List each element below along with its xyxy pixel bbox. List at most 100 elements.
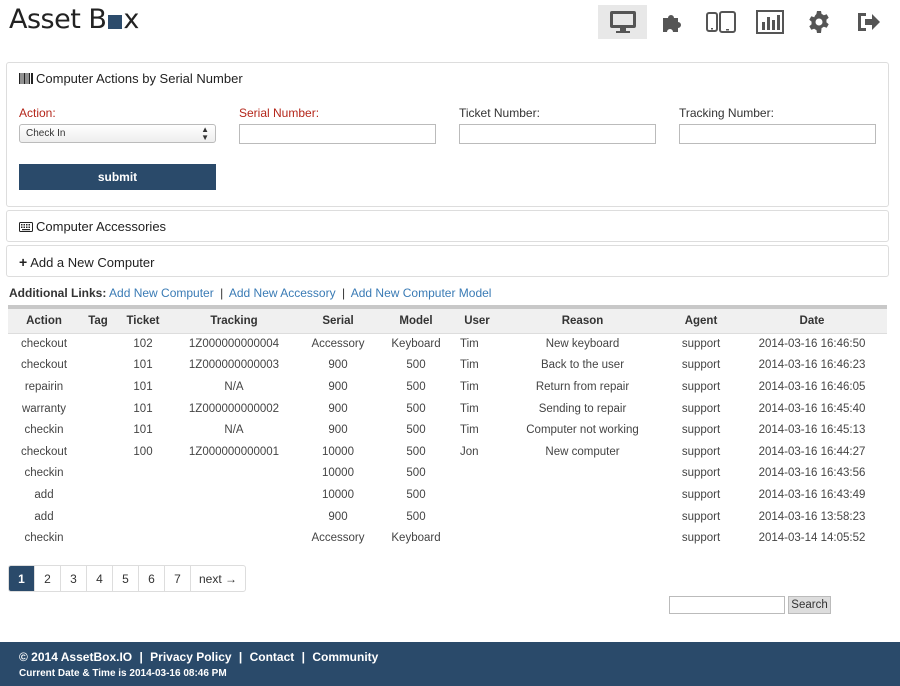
cell-ticket bbox=[116, 506, 170, 528]
cell-user bbox=[454, 506, 500, 528]
nav-settings-button[interactable] bbox=[794, 5, 843, 39]
add-computer-panel[interactable]: + Add a New Computer bbox=[6, 245, 889, 277]
search-button[interactable]: Search bbox=[788, 596, 831, 614]
cell-serial: Accessory bbox=[311, 532, 365, 545]
page-1-button[interactable]: 1 bbox=[9, 566, 35, 591]
link-separator: | bbox=[220, 286, 224, 300]
cell-user bbox=[454, 484, 500, 506]
table-row[interactable]: checkout 101 1Z000000000003 900 500 Tim Back t… bbox=[8, 355, 887, 377]
computer-accessories-panel[interactable]: Computer Accessories bbox=[6, 210, 889, 242]
table-row[interactable]: warranty 101 1Z000000000002 900 500 Tim Sendin… bbox=[8, 398, 887, 420]
tracking-number-input[interactable] bbox=[679, 124, 876, 144]
page-2-button[interactable]: 2 bbox=[35, 566, 61, 591]
cell-model: 500 bbox=[406, 467, 426, 480]
table-row[interactable]: checkin Accessory Keyboard support 2014-03-1… bbox=[8, 527, 887, 549]
computer-actions-title-text: Computer Actions by Serial Number bbox=[36, 71, 243, 86]
cell-tag bbox=[80, 398, 116, 420]
cell-agent: support bbox=[681, 380, 721, 393]
cell-tag bbox=[80, 355, 116, 377]
cell-action: add bbox=[34, 510, 54, 523]
page-3-button[interactable]: 3 bbox=[61, 566, 87, 591]
cell-tag bbox=[80, 463, 116, 485]
col-header-model[interactable]: Model bbox=[378, 309, 454, 334]
cell-date: 2014-03-16 16:44:27 bbox=[758, 445, 866, 458]
cell-tracking bbox=[170, 484, 298, 506]
add-new-accessory-link[interactable]: Add New Accessory bbox=[229, 286, 336, 300]
gear-icon bbox=[808, 11, 829, 33]
cell-tag bbox=[80, 419, 116, 441]
plus-icon: + bbox=[19, 254, 28, 270]
page-7-button[interactable]: 7 bbox=[165, 566, 191, 591]
next-page-button[interactable]: next → bbox=[191, 566, 245, 591]
serial-number-input[interactable] bbox=[239, 124, 436, 144]
col-header-tracking[interactable]: Tracking bbox=[170, 309, 298, 334]
table-body: checkout 102 1Z000000000004 Accessory Keyboa… bbox=[8, 333, 887, 549]
cell-user bbox=[454, 463, 500, 485]
cell-tracking: N/A bbox=[224, 424, 244, 437]
col-header-user[interactable]: User bbox=[454, 309, 500, 334]
cell-date: 2014-03-16 16:43:49 bbox=[758, 488, 866, 501]
nav-computers-button[interactable] bbox=[598, 5, 647, 39]
cell-user: Tim bbox=[460, 402, 479, 415]
cell-tag bbox=[80, 376, 116, 398]
footer-separator: | bbox=[238, 650, 243, 664]
cell-agent: support bbox=[681, 488, 721, 501]
cell-date: 2014-03-16 16:45:40 bbox=[758, 402, 866, 415]
cell-tracking: N/A bbox=[224, 380, 244, 393]
app-logo[interactable]: Asset B x bbox=[9, 4, 139, 35]
history-table-container: Action Tag Ticket Tracking Serial Model … bbox=[8, 305, 887, 549]
col-header-date[interactable]: Date bbox=[737, 309, 887, 334]
cell-ticket: 101 bbox=[133, 424, 153, 437]
cell-date: 2014-03-16 13:58:23 bbox=[758, 510, 866, 523]
col-header-agent[interactable]: Agent bbox=[665, 309, 737, 334]
cell-ticket bbox=[116, 463, 170, 485]
cell-ticket: 100 bbox=[133, 445, 153, 458]
col-header-action[interactable]: Action bbox=[8, 309, 80, 334]
submit-button[interactable]: submit bbox=[19, 164, 216, 190]
cell-action: warranty bbox=[21, 402, 67, 415]
table-row[interactable]: checkout 100 1Z000000000001 10000 500 Jon New … bbox=[8, 441, 887, 463]
table-row[interactable]: repairin 101 N/A 900 500 Tim Return from repai… bbox=[8, 376, 887, 398]
col-header-serial[interactable]: Serial bbox=[298, 309, 378, 334]
tracking-number-label: Tracking Number: bbox=[679, 106, 774, 120]
table-row[interactable]: checkin 10000 500 support 2014-03-16 16:43:5… bbox=[8, 463, 887, 485]
cell-tag bbox=[80, 527, 116, 549]
link-separator: | bbox=[341, 286, 346, 300]
table-row[interactable]: checkin 101 N/A 900 500 Tim Computer not worki… bbox=[8, 419, 887, 441]
cell-serial: 900 bbox=[328, 380, 348, 393]
add-new-computer-link[interactable]: Add New Computer bbox=[109, 286, 214, 300]
cell-agent: support bbox=[681, 402, 721, 415]
ticket-number-input[interactable] bbox=[459, 124, 656, 144]
table-row[interactable]: checkout 102 1Z000000000004 Accessory Keyboa… bbox=[8, 333, 887, 355]
cell-tracking: 1Z000000000004 bbox=[188, 338, 280, 351]
page-6-button[interactable]: 6 bbox=[139, 566, 165, 591]
search-input[interactable] bbox=[669, 596, 785, 614]
contact-link[interactable]: Contact bbox=[250, 650, 295, 664]
table-row[interactable]: add 900 500 support 2014-03-16 13:58:23 bbox=[8, 506, 887, 528]
cell-user: Tim bbox=[460, 338, 479, 351]
col-header-tag[interactable]: Tag bbox=[80, 309, 116, 334]
community-link[interactable]: Community bbox=[312, 650, 378, 664]
page-5-button[interactable]: 5 bbox=[113, 566, 139, 591]
action-select[interactable]: Check In ▲ ▼ bbox=[19, 124, 216, 143]
nav-reports-button[interactable] bbox=[745, 5, 794, 39]
cell-model: 500 bbox=[406, 402, 426, 415]
cell-model: Keyboard bbox=[391, 532, 441, 545]
pagination: 1 2 3 4 5 6 7 next → bbox=[8, 565, 247, 592]
privacy-policy-link[interactable]: Privacy Policy bbox=[150, 650, 231, 664]
add-new-computer-model-link[interactable]: Add New Computer Model bbox=[351, 286, 492, 300]
cell-agent: support bbox=[681, 424, 721, 437]
table-row[interactable]: add 10000 500 support 2014-03-16 16:43:49 bbox=[8, 484, 887, 506]
nav-devices-button[interactable] bbox=[696, 5, 745, 39]
page-4-button[interactable]: 4 bbox=[87, 566, 113, 591]
cell-date: 2014-03-16 16:46:23 bbox=[758, 359, 866, 372]
cell-reason bbox=[500, 484, 665, 506]
col-header-reason[interactable]: Reason bbox=[500, 309, 665, 334]
nav-accessories-button[interactable] bbox=[647, 5, 696, 39]
cell-action: repairin bbox=[24, 380, 64, 393]
cell-tracking bbox=[170, 506, 298, 528]
serial-number-label: Serial Number: bbox=[239, 106, 320, 120]
col-header-ticket[interactable]: Ticket bbox=[116, 309, 170, 334]
cell-reason bbox=[500, 463, 665, 485]
nav-logout-button[interactable] bbox=[843, 5, 892, 39]
